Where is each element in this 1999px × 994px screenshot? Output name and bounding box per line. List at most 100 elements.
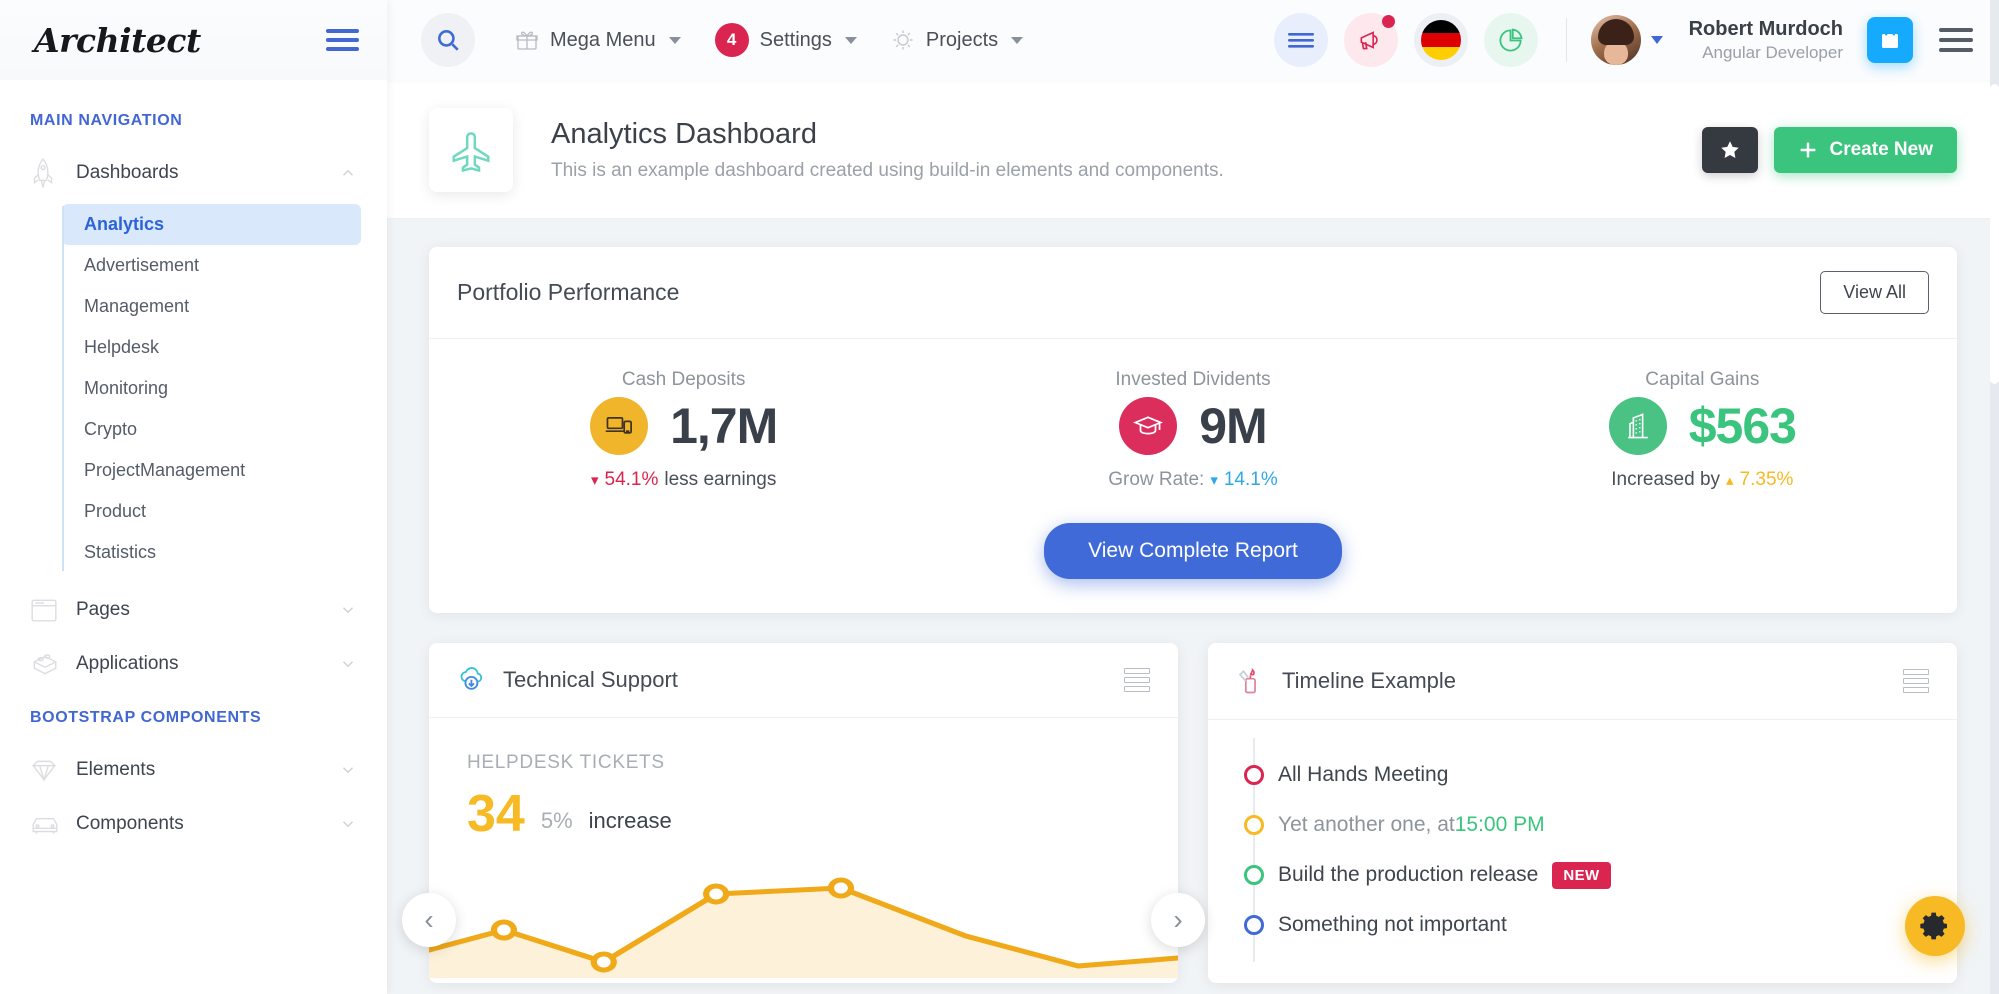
sidebar-subitem-statistics[interactable]: Statistics (62, 532, 361, 573)
sidebar-subitem-crypto[interactable]: Crypto (62, 409, 361, 450)
settings-badge-count: 4 (715, 23, 749, 57)
timeline-item[interactable]: All Hands Meeting (1242, 750, 1923, 800)
avatar (1591, 15, 1641, 65)
plus-icon (1798, 140, 1818, 160)
timeline-header: Timeline Example (1208, 643, 1957, 720)
lego-brick-icon (30, 651, 76, 677)
timeline-item[interactable]: Build the production releaseNEW (1242, 850, 1923, 900)
stat-capital-gains: Capital Gains $563 (1448, 369, 1957, 491)
gift-icon (515, 28, 539, 52)
dashboard-body: Portfolio Performance View All Cash Depo… (387, 219, 1999, 983)
view-all-button[interactable]: View All (1820, 271, 1929, 314)
topbar-hamburger-button[interactable] (1274, 13, 1328, 67)
topbar-menu-settings[interactable]: 4 Settings (715, 23, 857, 57)
user-menu[interactable] (1591, 15, 1663, 65)
sidebar-section-bootstrap: BOOTSTRAP COMPONENTS (0, 691, 387, 743)
building-icon (1609, 397, 1667, 455)
carousel-prev-button[interactable]: ‹ (402, 893, 456, 947)
topbar: Mega Menu 4 Settings Projects (387, 0, 1999, 80)
sidebar: Architect MAIN NAVIGATION Dashboards Ana… (0, 0, 387, 994)
stat-row: $563 (1609, 397, 1796, 455)
topbar-right-menu-button[interactable] (1939, 28, 1973, 52)
stat-invested-dividents: Invested Dividents 9M (938, 369, 1447, 491)
topbar-language-button[interactable] (1414, 13, 1468, 67)
stat-sub: Increased by ▴ 7.35% (1611, 469, 1793, 491)
lighter-icon (1236, 666, 1266, 696)
timeline-item-text: Something not important (1278, 913, 1507, 937)
settings-fab-button[interactable] (1905, 896, 1965, 956)
chevron-up-icon (339, 164, 357, 182)
timeline-item[interactable]: Yet another one, at 15:00 PM (1242, 800, 1923, 850)
topbar-menu-mega[interactable]: Mega Menu (515, 28, 681, 52)
chevron-down-icon (339, 761, 357, 779)
user-info: Robert Murdoch Angular Developer (1689, 18, 1843, 63)
sidebar-subitem-projectmanagement[interactable]: ProjectManagement (62, 450, 361, 491)
sidebar-item-dashboards[interactable]: Dashboards (0, 146, 387, 200)
sidebar-subitem-advertisement[interactable]: Advertisement (62, 245, 361, 286)
car-icon (30, 812, 76, 836)
sidebar-subitem-analytics[interactable]: Analytics (62, 204, 361, 245)
page-scrollbar[interactable] (1990, 0, 1999, 994)
favorite-button[interactable] (1702, 127, 1758, 173)
rocket-icon (30, 158, 76, 188)
diamond-icon (30, 757, 76, 783)
helpdesk-tickets-value: 34 (467, 790, 525, 839)
topbar-menu-projects[interactable]: Projects (891, 28, 1023, 52)
timeline-column: Timeline Example All Hands MeetingYet an… (1208, 643, 1957, 983)
sidebar-item-label: Components (76, 813, 339, 835)
sidebar-nav: MAIN NAVIGATION Dashboards AnalyticsAdve… (0, 80, 387, 994)
topbar-menu-label: Projects (926, 29, 998, 52)
chevron-down-icon (669, 37, 681, 44)
stat-value: $563 (1689, 401, 1796, 451)
brand-logo[interactable]: Architect (34, 21, 201, 60)
airplane-icon (448, 127, 494, 173)
calendar-button[interactable] (1867, 17, 1913, 63)
timeline-card: Timeline Example All Hands MeetingYet an… (1208, 643, 1957, 983)
megaphone-icon (1357, 27, 1385, 53)
sidebar-subitem-helpdesk[interactable]: Helpdesk (62, 327, 361, 368)
timeline-item-text: Build the production release (1278, 863, 1538, 887)
list-menu-icon[interactable] (1903, 669, 1929, 693)
stat-sub: Grow Rate: ▾ 14.1% (1108, 469, 1278, 491)
sidebar-item-elements[interactable]: Elements (0, 743, 387, 797)
timeline-dot-icon (1244, 865, 1264, 885)
page-subtitle: This is an example dashboard created usi… (551, 160, 1224, 182)
topbar-menu-label: Settings (760, 29, 832, 52)
stat-label: Cash Deposits (622, 369, 746, 391)
timeline-item[interactable]: Something not important (1242, 900, 1923, 950)
arrow-up-icon: ▴ (1726, 471, 1734, 489)
sidebar-subitem-monitoring[interactable]: Monitoring (62, 368, 361, 409)
portfolio-stats: Cash Deposits 1,7M (429, 339, 1957, 519)
page-icon-box (429, 108, 513, 192)
report-button-wrap: View Complete Report (429, 519, 1957, 613)
stat-row: 1,7M (590, 397, 777, 455)
technical-support-header: Technical Support (429, 643, 1178, 718)
sidebar-item-components[interactable]: Components (0, 797, 387, 851)
sidebar-subitem-product[interactable]: Product (62, 491, 361, 532)
topbar-announcements-button[interactable] (1344, 13, 1398, 67)
lower-grid: Technical Support HELPDESK TICKETS 34 5%… (429, 643, 1957, 983)
search-button[interactable] (421, 13, 475, 67)
chevron-down-icon (1651, 36, 1663, 44)
sidebar-submenu-dashboards: AnalyticsAdvertisementManagementHelpdesk… (0, 204, 387, 573)
sidebar-section-main: MAIN NAVIGATION (0, 94, 387, 146)
topbar-menu-label: Mega Menu (550, 29, 656, 52)
stat-row: 9M (1119, 397, 1266, 455)
stat-sub-prefix: Grow Rate: (1108, 469, 1204, 491)
sidebar-subitem-management[interactable]: Management (62, 286, 361, 327)
sidebar-item-label: Pages (76, 599, 339, 621)
topbar-reports-button[interactable] (1484, 13, 1538, 67)
create-new-button[interactable]: Create New (1774, 127, 1958, 173)
sidebar-toggle-icon[interactable] (326, 29, 359, 51)
technical-support-body: HELPDESK TICKETS 34 5% increase (429, 718, 1178, 948)
stat-cash-deposits: Cash Deposits 1,7M (429, 369, 938, 491)
sidebar-header: Architect (0, 0, 387, 80)
list-menu-icon[interactable] (1124, 668, 1150, 692)
sidebar-item-applications[interactable]: Applications (0, 637, 387, 691)
main-area: Mega Menu 4 Settings Projects (387, 0, 1999, 994)
scrollbar-thumb[interactable] (1990, 84, 1999, 384)
stat-percent: 7.35% (1740, 469, 1794, 491)
sidebar-item-pages[interactable]: Pages (0, 583, 387, 637)
carousel-next-button[interactable]: › (1151, 893, 1205, 947)
view-complete-report-button[interactable]: View Complete Report (1044, 523, 1342, 579)
